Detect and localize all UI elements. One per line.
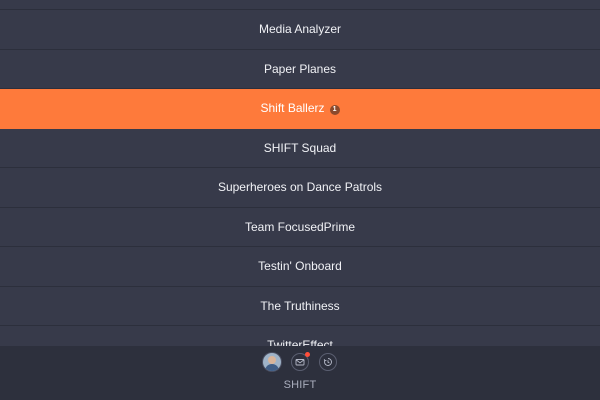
team-name: Testin' Onboard [258,259,342,273]
team-name: Superheroes on Dance Patrols [217,180,383,194]
team-row[interactable]: The Truthiness [0,286,600,326]
unread-badge: 1 [329,105,340,115]
team-row[interactable]: Team FocusedPrime [0,207,600,247]
team-name: Media Analyzer [258,22,342,36]
bottom-bar: SHIFT [0,346,600,400]
avatar-shoulders [265,364,279,371]
team-name: Paper Planes [263,61,337,76]
brand-label: SHIFT [283,379,317,391]
app-screen: Media Analyzer Paper Planes Shift Ballerz 1… [0,0,600,400]
team-row[interactable]: TwitterEffect [0,326,600,346]
history-button[interactable] [319,353,337,371]
team-name: SHIFT Squad [263,140,337,155]
team-name: Team FocusedPrime [244,219,356,234]
mail-icon [295,359,305,366]
team-list-top-row [0,0,600,10]
team-row[interactable]: Testin' Onboard [0,247,600,287]
history-icon [323,358,332,366]
avatar-head [268,356,276,364]
team-row[interactable]: Superheroes on Dance Patrols [0,168,600,208]
team-row[interactable]: Paper Planes [0,49,600,89]
team-row[interactable]: SHIFT Squad [0,128,600,168]
team-row[interactable]: Media Analyzer [0,10,600,50]
bottom-bar-icons [0,352,600,373]
team-list: Media Analyzer Paper Planes Shift Ballerz 1… [0,0,600,346]
avatar[interactable] [263,353,281,371]
notification-dot [305,352,310,357]
team-name: The Truthiness [260,298,340,313]
team-name: Shift Ballerz [260,101,325,115]
team-rows: Media Analyzer Paper Planes Shift Ballerz 1… [0,10,600,346]
mail-button[interactable] [291,352,310,371]
team-row[interactable]: Shift Ballerz 1 [0,89,600,129]
team-name: TwitterEffect [267,338,333,346]
